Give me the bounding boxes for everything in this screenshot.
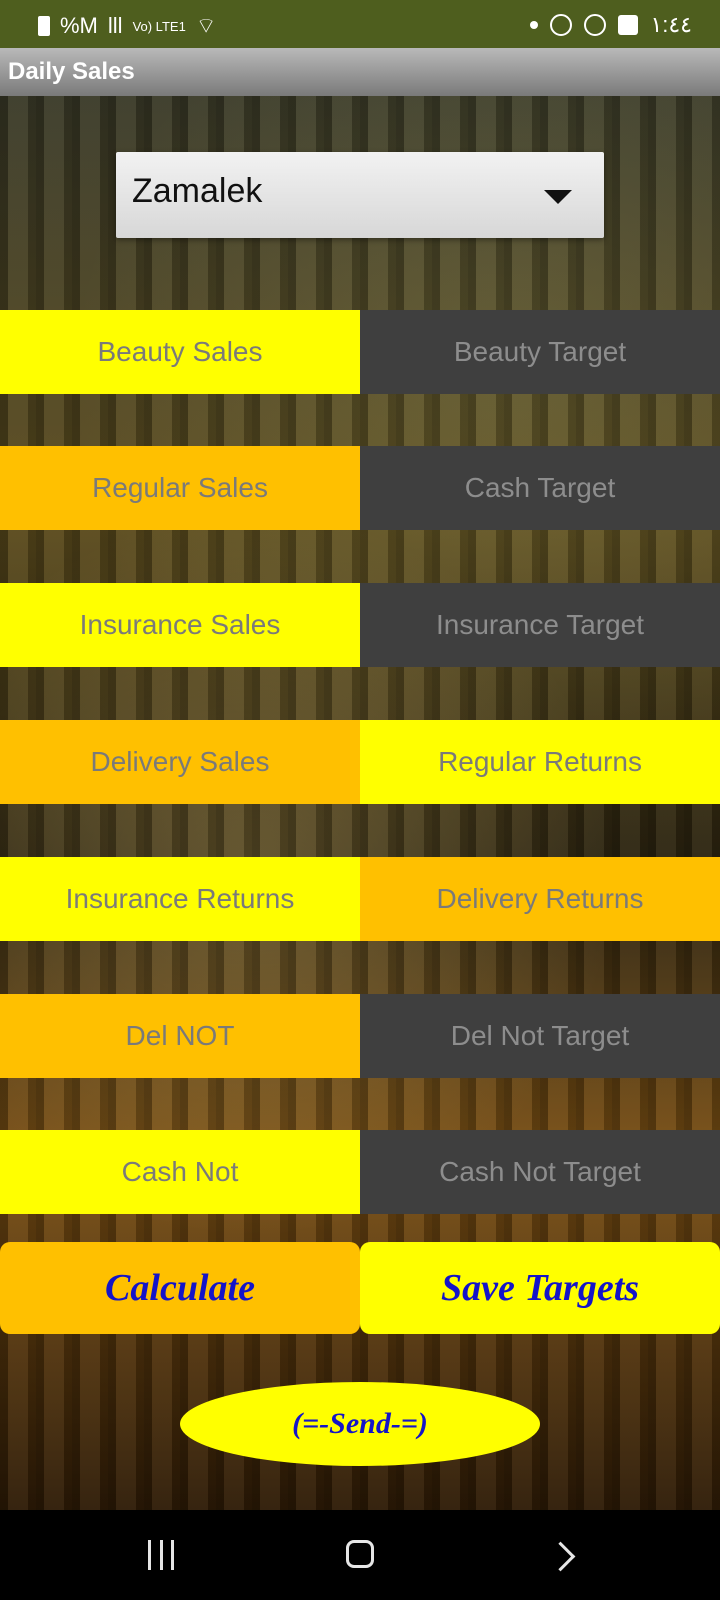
branch-dropdown-value: Zamalek bbox=[132, 172, 263, 210]
main-content: Zamalek Beauty Sales Beauty Target Regul… bbox=[0, 96, 720, 1510]
navigation-bar bbox=[0, 1510, 720, 1600]
delivery-returns-input[interactable]: Delivery Returns bbox=[360, 857, 720, 941]
recent-apps-icon[interactable] bbox=[148, 1540, 174, 1570]
insurance-target-input[interactable]: Insurance Target bbox=[360, 583, 720, 667]
app-icon bbox=[550, 14, 573, 36]
calculate-button[interactable]: Calculate bbox=[0, 1242, 360, 1334]
cash-not-input[interactable]: Cash Not bbox=[0, 1130, 360, 1214]
status-right: ١:٤٤ bbox=[530, 12, 692, 38]
regular-returns-input[interactable]: Regular Returns bbox=[360, 720, 720, 804]
cash-target-input[interactable]: Cash Target bbox=[360, 446, 720, 530]
network-label: Vo) LTE1 bbox=[132, 18, 186, 34]
send-button[interactable]: (=-Send-=) bbox=[180, 1382, 540, 1466]
signal-icon: lll bbox=[107, 13, 123, 38]
insurance-sales-input[interactable]: Insurance Sales bbox=[0, 583, 360, 667]
gallery-icon bbox=[618, 15, 639, 35]
whatsapp-icon bbox=[584, 14, 607, 36]
notification-dot-icon bbox=[530, 21, 539, 29]
branch-dropdown[interactable]: Zamalek bbox=[116, 152, 604, 238]
battery-icon bbox=[38, 16, 50, 36]
delivery-sales-input[interactable]: Delivery Sales bbox=[0, 720, 360, 804]
beauty-target-input[interactable]: Beauty Target bbox=[360, 310, 720, 394]
beauty-sales-input[interactable]: Beauty Sales bbox=[0, 310, 360, 394]
home-icon[interactable] bbox=[346, 1540, 374, 1568]
app-title: Daily Sales bbox=[8, 58, 135, 85]
app-bar: Daily Sales bbox=[0, 48, 720, 96]
status-bar: %M lll Vo) LTE1 ⌔ ١:٤٤ bbox=[0, 0, 720, 48]
back-icon[interactable] bbox=[545, 1541, 576, 1572]
cash-not-target-input[interactable]: Cash Not Target bbox=[360, 1130, 720, 1214]
save-targets-button[interactable]: Save Targets bbox=[360, 1242, 720, 1334]
insurance-returns-input[interactable]: Insurance Returns bbox=[0, 857, 360, 941]
wifi-icon: ⌔ bbox=[195, 13, 217, 38]
dropdown-arrow-icon bbox=[544, 190, 572, 204]
status-left: %M lll Vo) LTE1 ⌔ bbox=[38, 12, 216, 40]
del-not-target-input[interactable]: Del Not Target bbox=[360, 994, 720, 1078]
battery-percent: %M bbox=[60, 13, 98, 38]
del-not-input[interactable]: Del NOT bbox=[0, 994, 360, 1078]
status-time: ١:٤٤ bbox=[650, 12, 692, 37]
regular-sales-input[interactable]: Regular Sales bbox=[0, 446, 360, 530]
